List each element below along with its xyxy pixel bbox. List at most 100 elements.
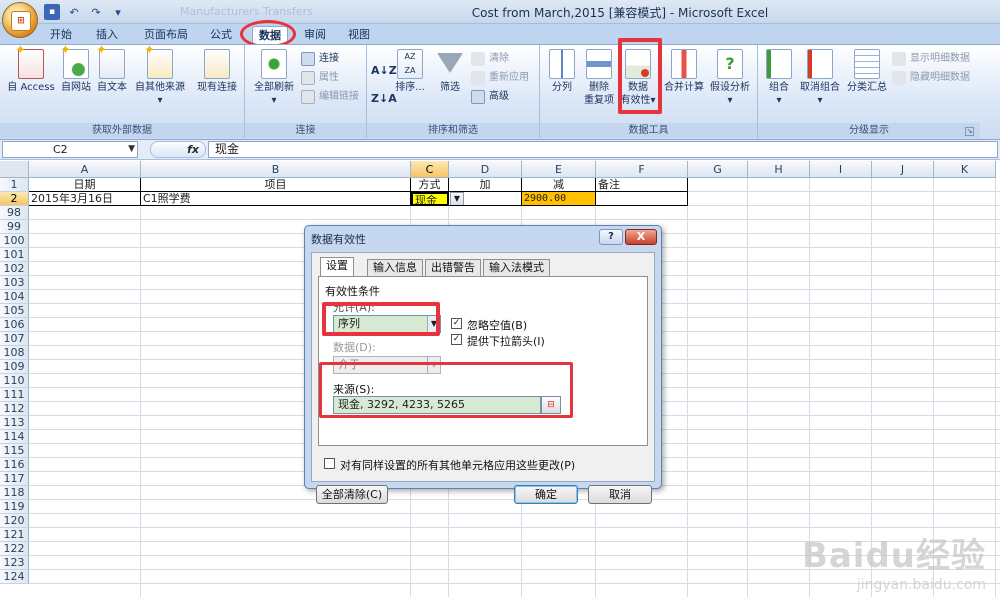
in-cell-dropdown-checkbox[interactable]: ✓ <box>451 334 462 345</box>
column-header-h[interactable]: H <box>748 161 810 178</box>
cell-A1[interactable]: 日期 <box>29 178 141 192</box>
row-header-116[interactable]: 116 <box>0 458 29 472</box>
edit-links-button[interactable]: 编辑链接 <box>301 89 359 105</box>
cell-B1[interactable]: 项目 <box>141 178 411 192</box>
row-header-100[interactable]: 100 <box>0 234 29 248</box>
from-text-button[interactable]: 自文本 <box>94 44 130 94</box>
subtotal-button[interactable]: 分类汇总 <box>844 49 890 94</box>
hide-detail-button[interactable]: 隐藏明细数据 <box>892 70 970 86</box>
column-header-k[interactable]: K <box>934 161 996 178</box>
connections-button[interactable]: 连接 <box>301 51 339 67</box>
name-box-dropdown-icon[interactable]: ▼ <box>128 142 135 157</box>
row-header-123[interactable]: 123 <box>0 556 29 570</box>
from-access-button[interactable]: 自 Access <box>4 44 58 94</box>
column-header-a[interactable]: A <box>29 161 141 178</box>
row-header-117[interactable]: 117 <box>0 472 29 486</box>
from-other-sources-button[interactable]: 自其他来源▾ <box>130 44 190 107</box>
tab-page-layout[interactable]: 页面布局 <box>138 26 194 44</box>
row-header-101[interactable]: 101 <box>0 248 29 262</box>
cell-dropdown-arrow-icon[interactable]: ▼ <box>450 192 464 206</box>
group-button[interactable]: 组合 ▾ <box>762 49 796 107</box>
tab-formulas[interactable]: 公式 <box>204 26 238 44</box>
existing-connections-button[interactable]: 现有连接 <box>193 49 241 94</box>
column-header-j[interactable]: J <box>872 161 934 178</box>
cell-F1[interactable]: 备注 <box>596 178 688 192</box>
filter-button[interactable]: 筛选 <box>433 49 467 94</box>
cell-A2[interactable]: 2015年3月16日 <box>29 192 141 206</box>
row-header-102[interactable]: 102 <box>0 262 29 276</box>
row-header-1[interactable]: 1 <box>0 178 29 192</box>
remove-duplicates-button[interactable]: 删除 重复项 <box>580 49 618 107</box>
cell-D1[interactable]: 加 <box>449 178 522 192</box>
column-header-b[interactable]: B <box>141 161 411 178</box>
row-header-121[interactable]: 121 <box>0 528 29 542</box>
reapply-button[interactable]: 重新应用 <box>471 70 529 86</box>
office-button[interactable]: ⊞ <box>2 2 38 38</box>
tab-home[interactable]: 开始 <box>44 26 78 44</box>
row-header-98[interactable]: 98 <box>0 206 29 220</box>
cell-B2[interactable]: C1照学费 <box>141 192 411 206</box>
row-header-106[interactable]: 106 <box>0 318 29 332</box>
tab-settings[interactable]: 设置 <box>320 257 354 277</box>
name-box[interactable]: C2 ▼ <box>2 141 138 158</box>
cell-E1[interactable]: 减 <box>522 178 596 192</box>
properties-button[interactable]: 属性 <box>301 70 339 86</box>
tab-insert[interactable]: 插入 <box>90 26 124 44</box>
ignore-blank-checkbox[interactable]: ✓ <box>451 318 462 329</box>
row-header-105[interactable]: 105 <box>0 304 29 318</box>
column-header-c[interactable]: C <box>411 161 449 178</box>
show-detail-button[interactable]: 显示明细数据 <box>892 51 970 67</box>
column-header-i[interactable]: I <box>810 161 872 178</box>
refresh-all-button[interactable]: 全部刷新 ▾ <box>249 49 299 107</box>
row-header-124[interactable]: 124 <box>0 570 29 584</box>
clear-all-button[interactable]: 全部清除(C) <box>316 485 388 504</box>
cell-F2[interactable] <box>596 192 688 206</box>
close-button[interactable]: X <box>625 229 657 245</box>
cell-C1[interactable]: 方式 <box>411 178 449 192</box>
formula-input[interactable]: 现金 <box>208 141 998 158</box>
dialog-launcher-icon[interactable]: ↘ <box>965 127 974 136</box>
tab-input-message[interactable]: 输入信息 <box>367 259 423 276</box>
row-header-99[interactable]: 99 <box>0 220 29 234</box>
tab-view[interactable]: 视图 <box>342 26 376 44</box>
row-header-111[interactable]: 111 <box>0 388 29 402</box>
ungroup-button[interactable]: 取消组合 ▾ <box>796 49 844 107</box>
row-header-108[interactable]: 108 <box>0 346 29 360</box>
insert-function-button[interactable]: fx <box>150 141 206 158</box>
column-header-d[interactable]: D <box>449 161 522 178</box>
row-header-114[interactable]: 114 <box>0 430 29 444</box>
row-header-118[interactable]: 118 <box>0 486 29 500</box>
column-header-g[interactable]: G <box>688 161 748 178</box>
row-header-2[interactable]: 2 <box>0 192 29 206</box>
tab-error-alert[interactable]: 出错警告 <box>425 259 481 276</box>
row-header-109[interactable]: 109 <box>0 360 29 374</box>
text-to-columns-button[interactable]: 分列 <box>544 49 580 94</box>
cell-E2[interactable]: 2900.00 <box>522 192 596 206</box>
clear-filter-button[interactable]: 清除 <box>471 51 509 67</box>
column-header-f[interactable]: F <box>596 161 688 178</box>
row-header-103[interactable]: 103 <box>0 276 29 290</box>
row-header-115[interactable]: 115 <box>0 444 29 458</box>
tab-ime-mode[interactable]: 输入法模式 <box>483 259 550 276</box>
row-header-112[interactable]: 112 <box>0 402 29 416</box>
help-button[interactable]: ? <box>599 229 623 245</box>
row-header-113[interactable]: 113 <box>0 416 29 430</box>
apply-all-checkbox[interactable] <box>324 458 335 469</box>
advanced-filter-button[interactable]: 高级 <box>471 89 509 105</box>
row-header-107[interactable]: 107 <box>0 332 29 346</box>
consolidate-button[interactable]: 合并计算 <box>660 49 708 94</box>
row-header-120[interactable]: 120 <box>0 514 29 528</box>
row-header-119[interactable]: 119 <box>0 500 29 514</box>
column-header-e[interactable]: E <box>522 161 596 178</box>
row-header-104[interactable]: 104 <box>0 290 29 304</box>
sort-button[interactable]: AZ ZA 排序... <box>393 49 427 94</box>
row-header-122[interactable]: 122 <box>0 542 29 556</box>
select-all-button[interactable] <box>0 161 29 178</box>
cell-C2[interactable]: 现金 <box>411 192 449 206</box>
ok-button[interactable]: 确定 <box>514 485 578 504</box>
from-web-button[interactable]: 自网站 <box>58 44 94 94</box>
cancel-button[interactable]: 取消 <box>588 485 652 504</box>
row-header-110[interactable]: 110 <box>0 374 29 388</box>
what-if-analysis-button[interactable]: ? 假设分析 ▾ <box>706 49 754 107</box>
tab-review[interactable]: 审阅 <box>298 26 332 44</box>
